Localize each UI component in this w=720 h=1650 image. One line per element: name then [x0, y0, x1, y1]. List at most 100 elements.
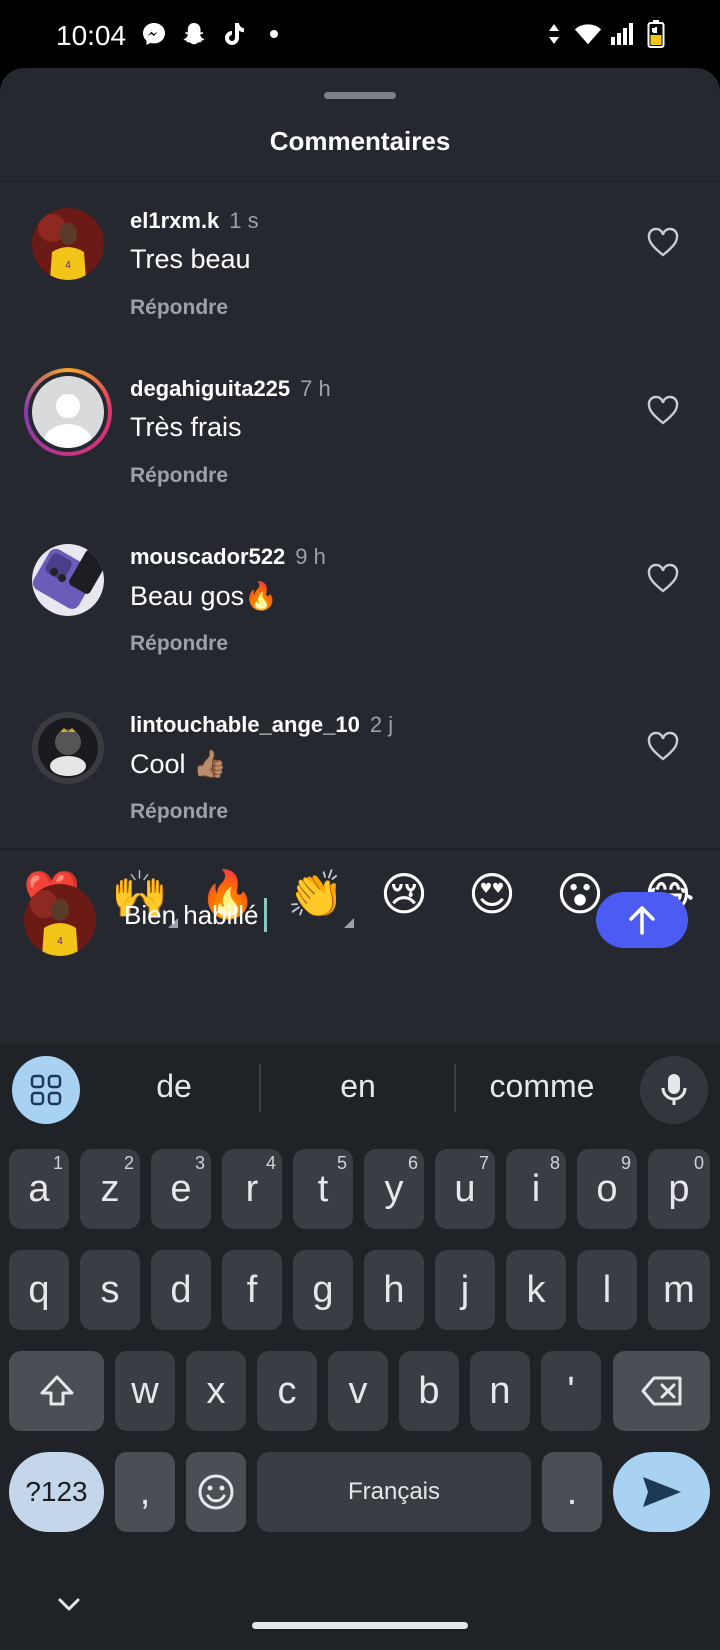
- comment-username[interactable]: el1rxm.k 1 s: [130, 208, 259, 234]
- suggestion-item[interactable]: de: [84, 1068, 264, 1105]
- shift-arrow-icon: [40, 1375, 73, 1406]
- key-o[interactable]: o9: [577, 1149, 637, 1229]
- comment-input-value: Bien habillé: [124, 899, 259, 930]
- key-g[interactable]: g: [293, 1250, 353, 1330]
- skin-tone-indicator-icon: [344, 918, 354, 928]
- key-k[interactable]: k: [506, 1250, 566, 1330]
- comment-time: 9 h: [295, 544, 326, 569]
- reply-button[interactable]: Répondre: [130, 296, 228, 320]
- comment-username[interactable]: lintouchable_ange_10 2 j: [130, 712, 393, 738]
- keyboard-menu-button[interactable]: [12, 1056, 80, 1124]
- comment-time: 2 j: [369, 712, 394, 737]
- key-p[interactable]: p0: [648, 1149, 710, 1229]
- period-key[interactable]: .: [542, 1452, 602, 1532]
- key-i[interactable]: i8: [506, 1149, 566, 1229]
- key-b[interactable]: b: [399, 1351, 459, 1431]
- key-f[interactable]: f: [222, 1250, 282, 1330]
- space-key[interactable]: Français: [257, 1452, 531, 1532]
- masked-figure-avatar[interactable]: [32, 712, 104, 784]
- key-l[interactable]: l: [577, 1250, 637, 1330]
- key-s[interactable]: s: [80, 1250, 140, 1330]
- key-z[interactable]: z2: [80, 1149, 140, 1229]
- snapchat-icon: [180, 20, 208, 48]
- key-v[interactable]: v: [328, 1351, 388, 1431]
- sheet-title: Commentaires: [269, 126, 451, 156]
- tiktok-icon: [220, 20, 248, 48]
- key-q[interactable]: q: [9, 1250, 69, 1330]
- status-time: 10:04: [56, 20, 127, 51]
- post-comment-button[interactable]: [596, 892, 688, 948]
- data-arrows-icon: [540, 20, 568, 48]
- like-heart-icon[interactable]: [646, 226, 680, 260]
- key-m[interactable]: m: [648, 1250, 710, 1330]
- comment-text: Tres beau: [130, 244, 251, 274]
- wifi-icon: [574, 20, 602, 48]
- default-avatar-with-story-ring[interactable]: [24, 368, 112, 456]
- key-c[interactable]: c: [257, 1351, 317, 1431]
- arrow-up-icon: [629, 906, 655, 935]
- emoji-clapping[interactable]: 👏: [286, 864, 354, 928]
- emoji-key[interactable]: [186, 1452, 246, 1532]
- backspace-key[interactable]: [613, 1351, 710, 1431]
- symbols-key[interactable]: ?123: [9, 1452, 104, 1532]
- smiley-icon: [198, 1474, 234, 1510]
- comment-username[interactable]: mouscador522 9 h: [130, 544, 326, 570]
- like-heart-icon[interactable]: [646, 730, 680, 764]
- home-gesture-bar[interactable]: [252, 1622, 468, 1629]
- send-key[interactable]: [613, 1452, 710, 1532]
- purple-phone-avatar[interactable]: [32, 544, 104, 616]
- reply-button[interactable]: Répondre: [130, 464, 228, 488]
- messenger-icon: [140, 20, 168, 48]
- key-x[interactable]: x: [186, 1351, 246, 1431]
- signal-icon: [608, 20, 636, 48]
- voice-input-button[interactable]: [640, 1056, 708, 1124]
- key-w[interactable]: w: [115, 1351, 175, 1431]
- like-heart-icon[interactable]: [646, 394, 680, 428]
- divider: [0, 181, 720, 182]
- backspace-icon: [641, 1376, 681, 1406]
- key-apostrophe[interactable]: ': [541, 1351, 601, 1431]
- reply-button[interactable]: Répondre: [130, 800, 228, 824]
- key-t[interactable]: t5: [293, 1149, 353, 1229]
- comma-key[interactable]: ,: [115, 1452, 175, 1532]
- like-heart-icon[interactable]: [646, 562, 680, 596]
- svg-text:4: 4: [57, 936, 63, 947]
- dot-icon: [260, 20, 288, 48]
- key-d[interactable]: d: [151, 1250, 211, 1330]
- key-j[interactable]: j: [435, 1250, 495, 1330]
- emoji-crying[interactable]: 😢: [374, 864, 434, 924]
- comment-time: 7 h: [300, 376, 331, 401]
- key-r[interactable]: r4: [222, 1149, 282, 1229]
- current-user-avatar: 4: [24, 884, 96, 956]
- soft-keyboard: de en comme a1 z2 e3 r4 t5 y6 u7 i8 o9 p…: [0, 1044, 720, 1650]
- key-u[interactable]: u7: [435, 1149, 495, 1229]
- shift-key[interactable]: [9, 1351, 104, 1431]
- sheet-grabber[interactable]: [324, 92, 396, 99]
- basketball-player-avatar[interactable]: 4: [32, 208, 104, 280]
- send-arrow-icon: [642, 1477, 681, 1507]
- comment-text: Beau gos🔥: [130, 581, 278, 611]
- divider: [259, 1064, 261, 1112]
- suggestion-bar: de en comme: [0, 1044, 720, 1134]
- comment-text: Cool 👍🏽: [130, 749, 227, 779]
- microphone-icon: [661, 1074, 687, 1105]
- key-e[interactable]: e3: [151, 1149, 211, 1229]
- keyboard-hide-chevron-icon[interactable]: [54, 1590, 84, 1620]
- comment-text: Très frais: [130, 412, 242, 442]
- comment-item: lintouchable_ange_10 2 j Cool 👍🏽 Répondre: [0, 698, 720, 866]
- battery-charging-icon: [642, 20, 670, 48]
- svg-text:4: 4: [65, 260, 71, 271]
- emoji-heart-eyes[interactable]: 😍: [462, 864, 522, 924]
- reply-button[interactable]: Répondre: [130, 632, 228, 656]
- comment-input[interactable]: Bien habillé: [124, 898, 268, 932]
- key-n[interactable]: n: [470, 1351, 530, 1431]
- comment-time: 1 s: [229, 208, 259, 233]
- key-a[interactable]: a1: [9, 1149, 69, 1229]
- suggestion-item[interactable]: en: [268, 1068, 448, 1105]
- key-h[interactable]: h: [364, 1250, 424, 1330]
- suggestion-item[interactable]: comme: [452, 1068, 632, 1105]
- comment-username[interactable]: degahiguita225 7 h: [130, 376, 331, 402]
- key-y[interactable]: y6: [364, 1149, 424, 1229]
- status-bar: 10:04: [0, 0, 720, 68]
- divider: [0, 848, 720, 850]
